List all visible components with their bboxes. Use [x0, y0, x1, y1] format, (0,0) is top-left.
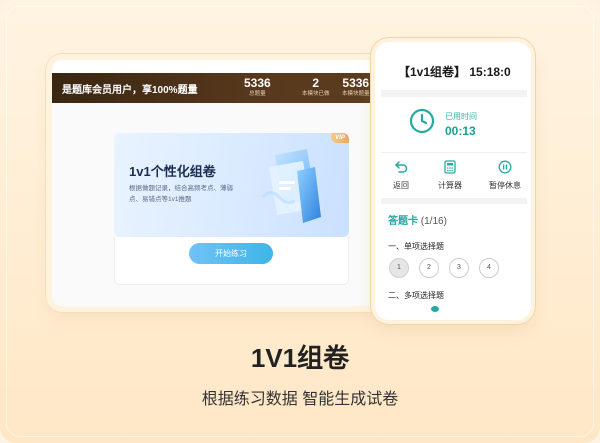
feature-title: 1V1组卷 — [250, 343, 350, 373]
back-button[interactable]: 返回 — [381, 160, 421, 191]
stat-total-label: 总题量 — [249, 91, 266, 97]
banner-description: 根据做题记录，结合高频考点、薄弱点、易错点等1v1推题 — [129, 185, 233, 203]
divider — [381, 198, 527, 204]
clock-icon — [409, 108, 435, 134]
feature-subtitle: 根据练习数据 智能生成试卷 — [201, 391, 399, 408]
answer-card-header: 答题卡 (1/16) — [388, 212, 447, 227]
phone-mockup: 【1v1组卷】 15:18:0 已用时间 00:13 返回 计算器 暂停休息 答… — [375, 42, 531, 320]
section-multiple-choice: 二、多项选择题 — [388, 291, 444, 300]
exam-title: 【1v1组卷】 15:18:0 — [398, 65, 511, 79]
elapsed-time-label: 已用时间 — [445, 112, 477, 121]
question-number-button[interactable]: 4 — [479, 258, 499, 278]
vip-member-text: 是题库会员用户，享100%题量 — [62, 84, 198, 96]
vip-header-bar: 是题库会员用户，享100%题量 5336 总题量 2 本模块已做 5336 本模… — [52, 73, 382, 103]
banner-title: 1v1个性化组卷 — [129, 164, 216, 179]
calculator-label: 计算器 — [438, 181, 462, 190]
answer-card-title: 答题卡 — [388, 216, 418, 227]
tablet-body: VIP 1v1个性化组卷 根据做题记录，结合高频考点、薄弱点、易错点等1v1推题 — [52, 103, 382, 306]
stat-done: 2 本模块已做 — [302, 76, 330, 98]
vip-badge: VIP — [331, 133, 349, 143]
answer-card-count: (1/16) — [420, 216, 447, 227]
stat-total-value: 5336 — [244, 76, 271, 90]
phone-screen: 【1v1组卷】 15:18:0 已用时间 00:13 返回 计算器 暂停休息 答… — [381, 50, 527, 312]
pause-label: 暂停休息 — [489, 181, 521, 190]
personalized-paper-banner[interactable]: VIP 1v1个性化组卷 根据做题记录，结合高频考点、薄弱点、易错点等1v1推题 — [114, 133, 349, 237]
start-practice-button[interactable]: 开始练习 — [189, 243, 273, 264]
stat-total: 5336 总题量 — [244, 76, 271, 98]
divider — [381, 152, 527, 153]
calculator-icon — [444, 160, 456, 174]
calculator-button[interactable]: 计算器 — [430, 160, 470, 191]
elapsed-time-value: 00:13 — [445, 124, 476, 138]
question-number-button[interactable]: 1 — [389, 258, 409, 278]
question-number-list: 1 2 3 4 — [389, 258, 499, 278]
pause-button[interactable]: 暂停休息 — [485, 160, 525, 191]
divider — [381, 90, 527, 97]
back-label: 返回 — [393, 181, 409, 190]
question-number-button[interactable]: 3 — [449, 258, 469, 278]
stat-module-label: 本模块题量 — [342, 91, 370, 97]
stat-module-value: 5336 — [342, 76, 370, 90]
pause-icon — [498, 160, 512, 174]
stat-done-value: 2 — [312, 76, 320, 90]
answered-marker — [431, 306, 439, 312]
question-number-button[interactable]: 2 — [419, 258, 439, 278]
back-arrow-icon — [394, 161, 408, 173]
stat-module-total: 5336 本模块题量 — [342, 76, 370, 98]
stat-done-label: 本模块已做 — [302, 91, 330, 97]
section-single-choice: 一、单项选择题 — [388, 242, 444, 251]
paper-stack-illustration-icon — [261, 149, 321, 223]
tablet-mockup: 是题库会员用户，享100%题量 5336 总题量 2 本模块已做 5336 本模… — [52, 60, 382, 306]
